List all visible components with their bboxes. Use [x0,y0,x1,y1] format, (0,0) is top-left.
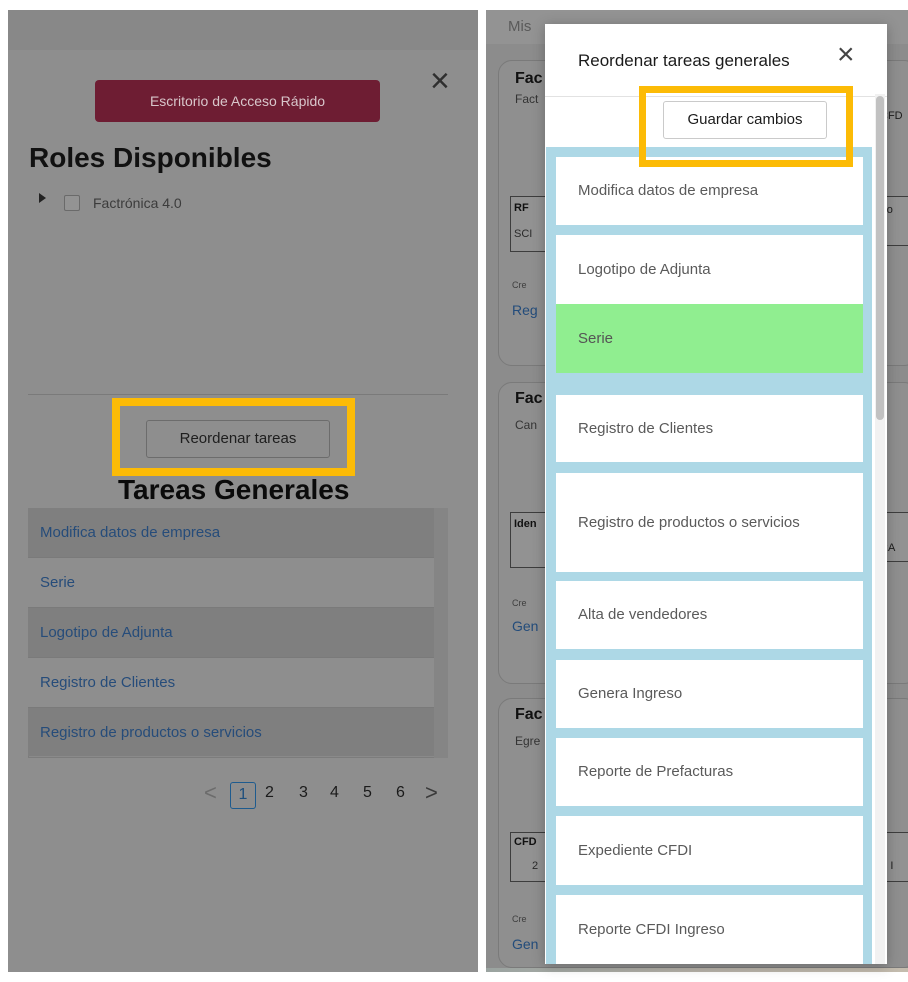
sortable-item-registro-productos[interactable]: Registro de productos o servicios [556,473,863,572]
card-table-head: RF [514,202,529,214]
prev-page-icon[interactable]: < [204,780,217,806]
card-created-label: Cre [512,914,527,924]
task-row[interactable]: Registro de productos o servicios [28,708,434,756]
card-table-cell: SCI [514,228,533,240]
card-table-head: CFD [514,836,537,848]
role-checkbox[interactable] [64,195,80,211]
left-top-strip [8,10,478,50]
caret-right-icon[interactable] [39,193,46,203]
sortable-item-serie[interactable]: Serie [556,304,863,373]
sortable-item-registro-clientes[interactable]: Registro de Clientes [556,395,863,462]
card-link[interactable]: Gen [512,618,538,634]
page-6-button[interactable]: 6 [396,784,405,802]
card-table-head: Iden [514,518,537,530]
sortable-item-logotipo[interactable]: Logotipo de Adjunta [556,235,863,304]
screen: Mis Escritorio de Acceso Rápido × Roles … [0,0,908,982]
sortable-item-reporte-cfdi-ingreso[interactable]: Reporte CFDI Ingreso [556,895,863,964]
card-title: Fac [515,70,543,87]
close-icon[interactable]: × [837,40,863,70]
task-row[interactable]: Serie [28,558,434,608]
tasks-title: Tareas Generales [118,474,350,502]
card-subtitle: Can [515,418,538,432]
sortable-item-expediente-cfdi[interactable]: Expediente CFDI [556,816,863,885]
sortable-item-genera-ingreso[interactable]: Genera Ingreso [556,660,863,728]
tasks-scrollbar[interactable] [434,508,448,758]
role-label: Factrónica 4.0 [93,195,182,211]
page-3-button[interactable]: 3 [299,784,308,802]
card-table-cell: 2 [532,860,539,872]
page-2-button[interactable]: 2 [265,784,274,802]
next-page-icon[interactable]: > [425,780,438,806]
modal-scrollbar-thumb[interactable] [876,96,884,420]
divider [28,394,448,395]
card-link[interactable]: Gen [512,936,538,952]
task-row[interactable]: Logotipo de Adjunta [28,608,434,658]
tab-mis[interactable]: Mis [508,18,531,35]
card-subtitle: Fact [515,92,539,106]
highlight-box [639,86,853,167]
task-row[interactable]: Registro de Clientes [28,658,434,708]
roles-title: Roles Disponibles [29,142,272,173]
modal-title: Reordenar tareas generales [578,51,790,70]
sortable-item-alta-vendedores[interactable]: Alta de vendedores [556,581,863,649]
page-4-button[interactable]: 4 [330,784,339,802]
card-title: Fac [515,706,543,723]
page-5-button[interactable]: 5 [363,784,372,802]
card-link[interactable]: Reg [512,302,538,318]
page-bottom [0,972,908,982]
card-subtitle: Egre [515,734,541,748]
card-created-label: Cre [512,598,527,608]
card-title: Fac [515,390,543,407]
page-1-button[interactable]: 1 [230,782,256,809]
quick-access-desk-button[interactable]: Escritorio de Acceso Rápido [95,80,380,122]
close-icon[interactable]: × [430,64,460,98]
sortable-item-modifica-datos[interactable]: Modifica datos de empresa [556,157,863,225]
task-row[interactable]: Modifica datos de empresa [28,508,434,558]
highlight-box [112,398,355,476]
card-created-label: Cre [512,280,527,290]
sortable-item-reporte-prefacturas[interactable]: Reporte de Prefacturas [556,738,863,806]
reorder-modal: Reordenar tareas generales × Modifica da… [545,24,887,964]
